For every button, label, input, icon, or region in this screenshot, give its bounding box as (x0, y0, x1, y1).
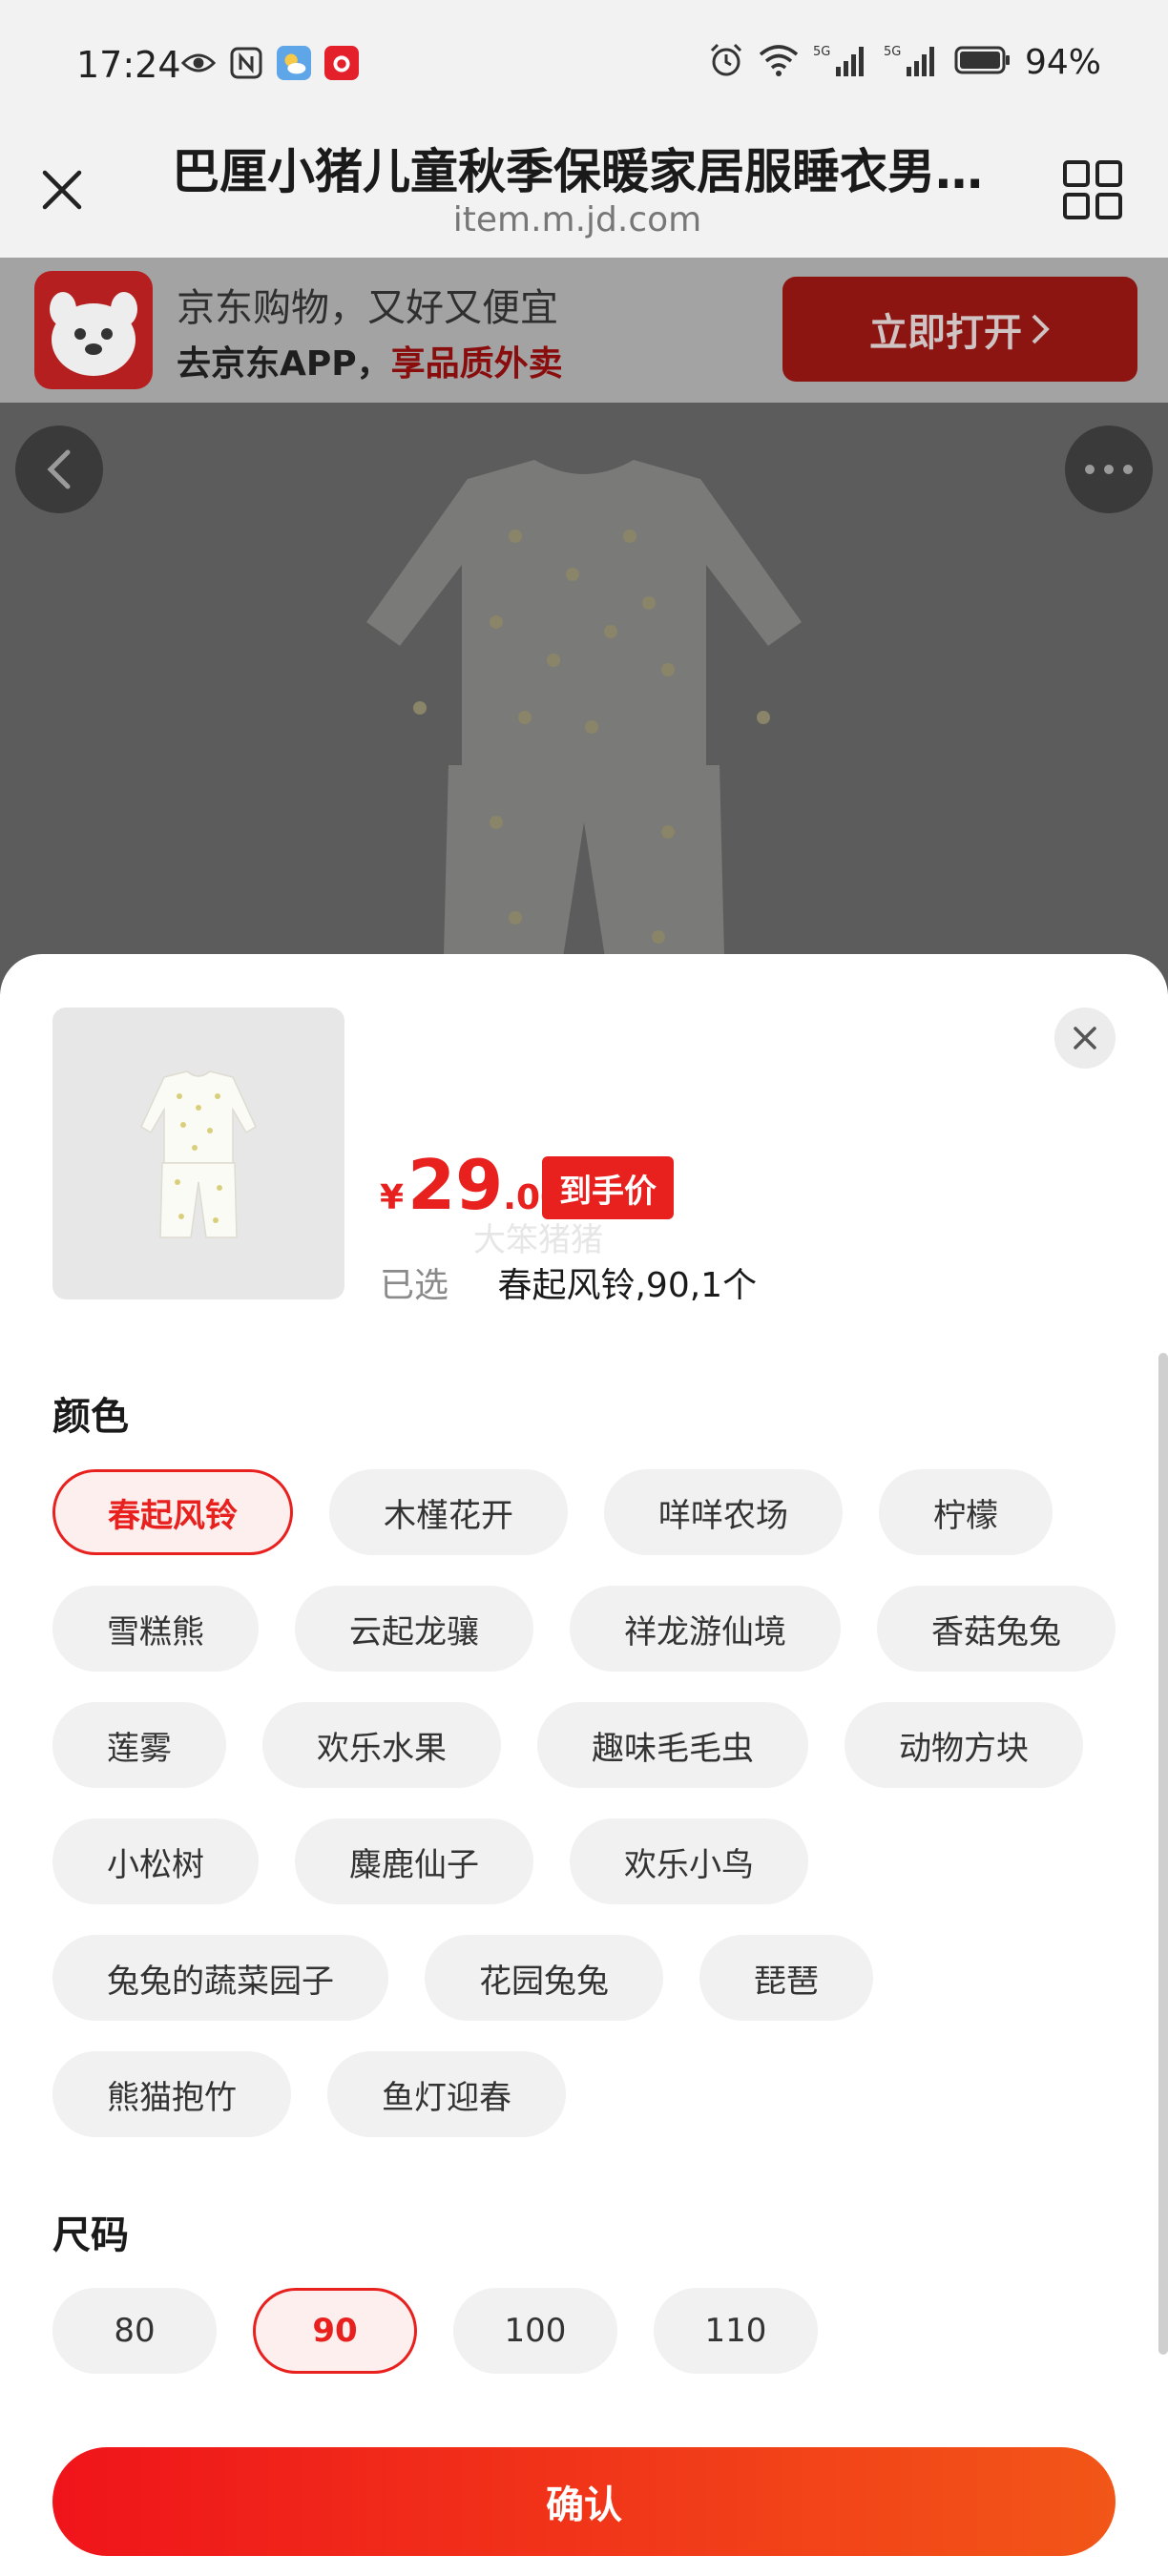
selected-summary: 已选 春起风铃,90,1个 (380, 1257, 757, 1307)
pajama-thumbnail-image (140, 1070, 257, 1238)
selected-value: 春起风铃,90,1个 (497, 1266, 758, 1305)
color-option-chip[interactable]: 莲雾 (52, 1702, 226, 1788)
size-option-chip[interactable]: 100 (453, 2288, 617, 2374)
color-option-chip[interactable]: 小松树 (52, 1818, 259, 1904)
sku-selector-sheet: ¥ 29 .00 到手价 大笨猪猪 已选 春起风铃,90,1个 颜色 春起风铃木… (0, 954, 1168, 2576)
selected-label: 已选 (380, 1266, 449, 1305)
size-option-chip[interactable]: 90 (253, 2288, 417, 2374)
color-option-chip[interactable]: 香菇兔兔 (877, 1586, 1116, 1672)
color-option-chip[interactable]: 咩咩农场 (604, 1469, 843, 1555)
price-currency: ¥ (380, 1178, 405, 1217)
nfc-icon (229, 46, 263, 80)
more-dots-icon (1085, 465, 1133, 474)
signal-5g-icon: 5G (813, 42, 870, 82)
color-option-chip[interactable]: 花园兔兔 (425, 1935, 663, 2021)
signal-5g-icon: 5G (884, 42, 941, 82)
chevron-left-icon (47, 449, 71, 489)
color-option-chip[interactable]: 麋鹿仙子 (295, 1818, 533, 1904)
color-option-chip[interactable]: 祥龙游仙境 (570, 1586, 841, 1672)
color-option-chip[interactable]: 琵琶 (699, 1935, 873, 2021)
final-price-badge: 到手价 (542, 1156, 674, 1219)
banner-slogan: 京东购物，又好又便宜 (177, 286, 558, 330)
close-icon (1074, 1027, 1096, 1049)
banner-highlight: 享品质外卖 (390, 344, 563, 384)
color-option-chip[interactable]: 鱼灯迎春 (327, 2051, 566, 2137)
size-option-chip[interactable]: 110 (654, 2288, 818, 2374)
eye-icon (181, 46, 216, 80)
open-app-button[interactable]: 立即打开 (782, 277, 1137, 382)
gift-app-icon (324, 46, 359, 80)
color-option-chip[interactable]: 雪糕熊 (52, 1586, 259, 1672)
svg-text:5G: 5G (813, 45, 830, 59)
back-button[interactable] (15, 426, 103, 513)
size-section-title: 尺码 (52, 2213, 129, 2257)
browser-header: 巴厘小猪儿童秋季保暖家居服睡衣男… item.m.jd.com (0, 134, 1168, 258)
color-option-chip[interactable]: 欢乐水果 (262, 1702, 501, 1788)
jd-dog-logo (34, 271, 153, 389)
chevron-right-icon (1032, 314, 1050, 344)
color-option-chip[interactable]: 欢乐小鸟 (570, 1818, 808, 1904)
size-option-chip[interactable]: 80 (52, 2288, 217, 2374)
close-sheet-button[interactable] (1054, 1008, 1116, 1069)
page-title: 巴厘小猪儿童秋季保暖家居服睡衣男… (172, 144, 983, 199)
color-section-title: 颜色 (52, 1395, 129, 1439)
color-option-chip[interactable]: 动物方块 (845, 1702, 1083, 1788)
size-options: 80 90 100 110 (52, 2288, 818, 2374)
color-option-chip[interactable]: 兔兔的蔬菜园子 (52, 1935, 388, 2021)
product-thumbnail (52, 1008, 344, 1299)
banner-subtitle: 去京东APP，享品质外卖 (177, 344, 563, 384)
status-bar: 17:24 5G 5G 94% (0, 0, 1168, 134)
pajama-image (366, 460, 802, 994)
color-option-chip[interactable]: 柠檬 (879, 1469, 1053, 1555)
app-download-banner: 京东购物，又好又便宜 去京东APP，享品质外卖 立即打开 (0, 258, 1168, 403)
confirm-button[interactable]: 确认 (52, 2447, 1116, 2556)
close-page-button[interactable] (29, 156, 95, 223)
more-options-button[interactable] (1065, 426, 1153, 513)
battery-percent: 94% (1024, 42, 1101, 82)
status-time: 17:24 (76, 44, 181, 86)
weather-app-icon (277, 46, 311, 80)
color-option-chip[interactable]: 木槿花开 (329, 1469, 568, 1555)
page-url: item.m.jd.com (452, 200, 702, 239)
wifi-icon (758, 43, 800, 81)
scrollbar[interactable] (1158, 1353, 1168, 2355)
alarm-icon (708, 42, 744, 82)
color-option-chip[interactable]: 春起风铃 (52, 1469, 293, 1555)
svg-text:5G: 5G (884, 45, 901, 59)
battery-icon (954, 44, 1012, 80)
grid-icon (1063, 160, 1122, 219)
watermark-text: 大笨猪猪 (473, 1221, 603, 1259)
color-options: 春起风铃 木槿花开 咩咩农场 柠檬雪糕熊 云起龙骧 祥龙游仙境 香菇兔兔莲雾 欢乐水果 趣味毛毛… (52, 1469, 1131, 2137)
color-option-chip[interactable]: 趣味毛毛虫 (537, 1702, 808, 1788)
close-icon (42, 170, 82, 210)
product-image-area (0, 403, 1168, 994)
color-option-chip[interactable]: 云起龙骧 (295, 1586, 533, 1672)
color-option-chip[interactable]: 熊猫抱竹 (52, 2051, 291, 2137)
mini-program-menu-button[interactable] (1059, 156, 1126, 223)
